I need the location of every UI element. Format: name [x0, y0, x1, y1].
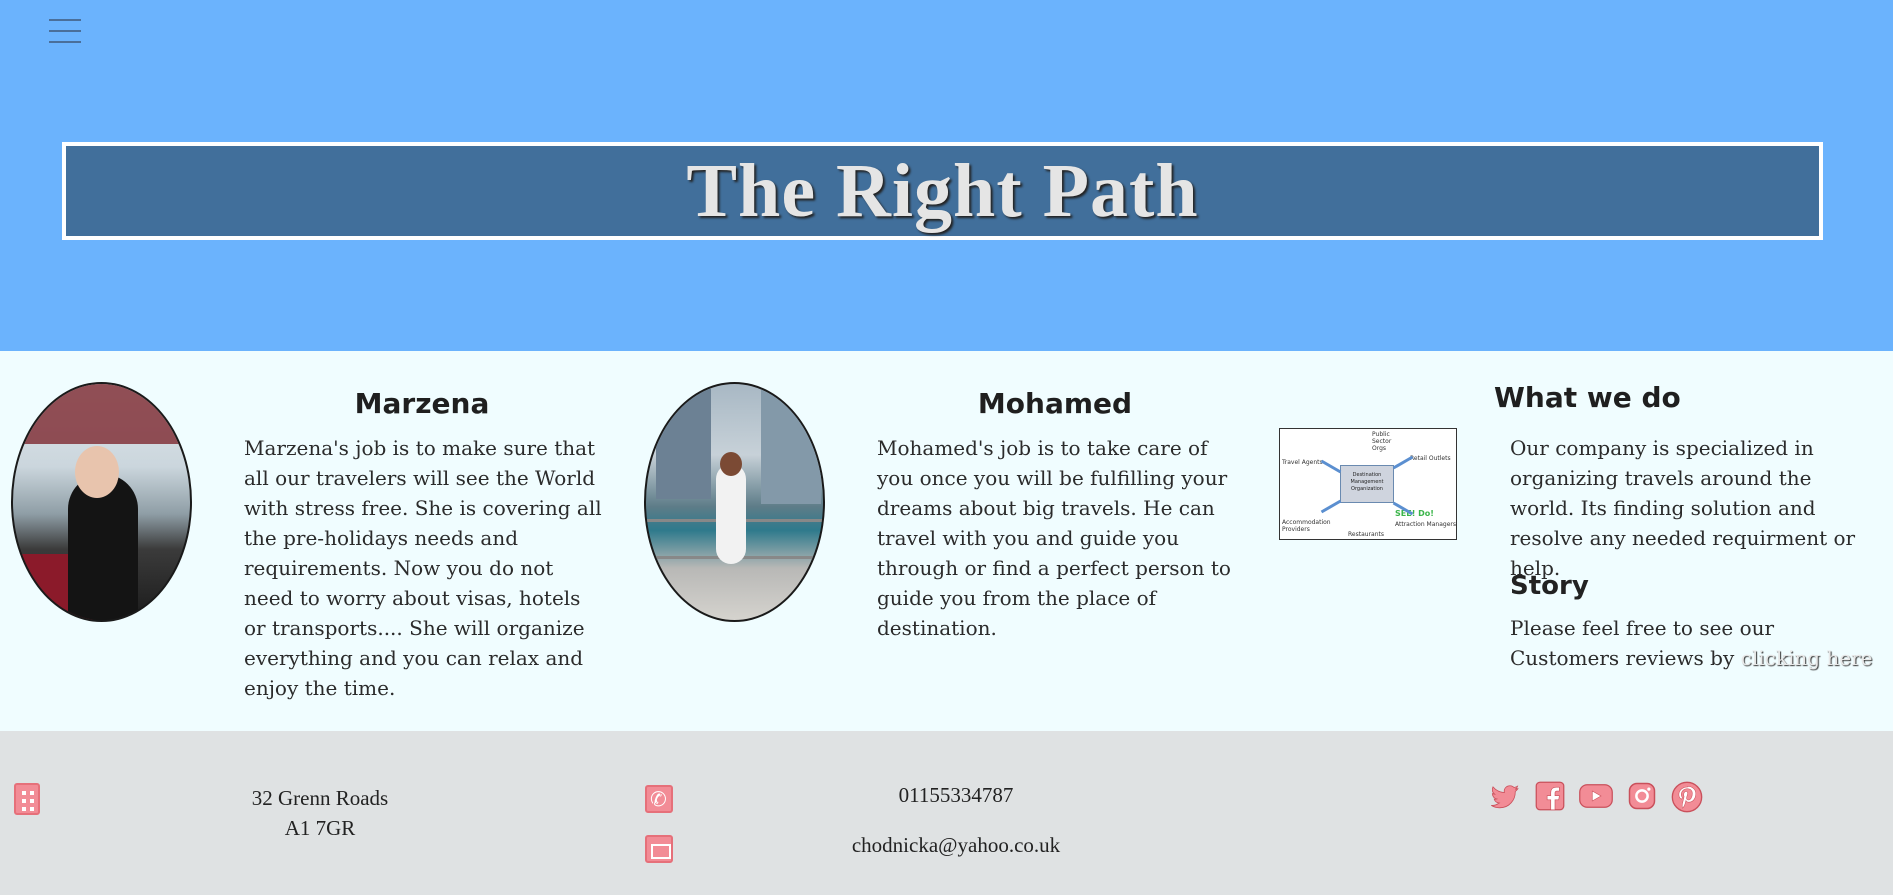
dmo-diagram-image: Destination Management Organization Trav…	[1279, 428, 1457, 540]
diagram-node: Restaurants	[1348, 531, 1384, 538]
main-content: Marzena Marzena's job is to make sure th…	[0, 351, 1893, 731]
story-body: Please feel free to see our Customers re…	[1510, 616, 1775, 670]
address: 32 Grenn Roads A1 7GR	[220, 783, 420, 843]
facebook-icon[interactable]	[1535, 781, 1565, 813]
what-we-do-text: Our company is specialized in organizing…	[1510, 436, 1856, 580]
phone-number: 01155334787	[898, 783, 1014, 807]
email-address[interactable]: chodnicka@yahoo.co.uk	[806, 833, 1106, 858]
story-heading: Story	[1510, 571, 1589, 601]
story-text: Please feel free to see our Customers re…	[1510, 613, 1880, 673]
twitter-icon[interactable]	[1488, 781, 1522, 813]
phone-icon	[645, 785, 673, 813]
youtube-icon[interactable]	[1578, 781, 1614, 813]
diagram-node: Retail Outlets	[1410, 455, 1451, 462]
instagram-icon[interactable]	[1627, 781, 1657, 813]
pinterest-icon[interactable]	[1671, 781, 1703, 813]
page-title: The Right Path	[686, 148, 1199, 233]
reviews-link[interactable]: clicking here	[1741, 646, 1873, 670]
marzena-photo	[11, 382, 192, 622]
diagram-node: Attraction Managers	[1395, 521, 1456, 528]
hamburger-menu-icon[interactable]	[49, 19, 81, 45]
what-we-do-heading: What we do	[1494, 381, 1681, 414]
hero-header: The Right Path	[0, 0, 1893, 351]
mohamed-name: Mohamed	[977, 387, 1133, 420]
diagram-center: Destination Management Organization	[1340, 465, 1394, 503]
mohamed-photo	[644, 382, 825, 622]
marzena-bio: Marzena's job is to make sure that all o…	[244, 436, 602, 700]
mail-icon	[645, 835, 673, 863]
address-line-1: 32 Grenn Roads	[251, 786, 389, 810]
building-icon	[14, 783, 40, 815]
title-banner: The Right Path	[62, 142, 1823, 240]
diagram-node: Accommodation Providers	[1282, 519, 1331, 533]
diagram-node: Public Sector Orgs	[1372, 431, 1392, 452]
diagram-node: SEE! Do!	[1395, 509, 1434, 518]
mohamed-bio: Mohamed's job is to take care of you onc…	[877, 436, 1231, 640]
marzena-name: Marzena	[354, 387, 490, 420]
address-line-2: A1 7GR	[284, 816, 356, 840]
footer: 32 Grenn Roads A1 7GR 01155334787 chodni…	[0, 731, 1893, 895]
diagram-node: Travel Agents	[1282, 459, 1323, 466]
